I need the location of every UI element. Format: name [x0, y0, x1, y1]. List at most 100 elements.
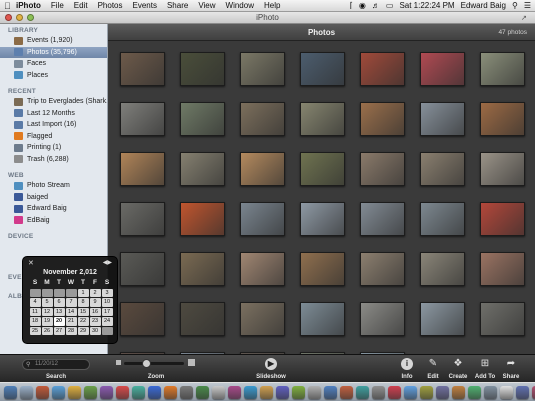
calendar-day[interactable]: 3	[101, 288, 113, 297]
photo-thumbnail[interactable]	[479, 202, 525, 236]
photo-thumbnail[interactable]	[179, 302, 225, 336]
photo-thumbnail[interactable]	[299, 52, 345, 86]
dock-app-icon[interactable]	[180, 385, 193, 399]
calendar-day[interactable]: 2	[89, 288, 101, 297]
calendar-day[interactable]: 28	[65, 326, 77, 335]
sidebar-item-trash-6-288[interactable]: Trash (6,288)	[0, 154, 107, 166]
dock-app-icon[interactable]	[292, 385, 305, 399]
info-label[interactable]: Info	[395, 374, 419, 380]
photo-thumbnail[interactable]	[179, 202, 225, 236]
add-to-label[interactable]: Add To	[471, 374, 499, 380]
photo-thumbnail[interactable]	[359, 102, 405, 136]
dock-app-icon[interactable]	[484, 385, 497, 399]
calendar-day[interactable]: 16	[89, 307, 101, 316]
bluetooth-icon[interactable]: ⌈	[350, 0, 353, 12]
dock-app-icon[interactable]	[132, 385, 145, 399]
zoom-out-icon[interactable]	[116, 360, 121, 365]
clock[interactable]: Sat 1:22:24 PM	[399, 0, 454, 12]
sidebar-item-faces[interactable]: Faces	[0, 58, 107, 70]
dock-app-icon[interactable]	[452, 385, 465, 399]
edit-label[interactable]: Edit	[421, 374, 445, 380]
photo-thumbnail[interactable]	[239, 152, 285, 186]
volume-icon[interactable]: ♬	[372, 0, 380, 12]
sidebar-item-events-1-920[interactable]: Events (1,920)	[0, 35, 107, 47]
dock-app-icon[interactable]	[164, 385, 177, 399]
menu-view[interactable]: View	[198, 0, 215, 12]
dock-app-icon[interactable]	[404, 385, 417, 399]
photo-thumbnail[interactable]	[179, 252, 225, 286]
photo-thumbnail[interactable]	[239, 252, 285, 286]
slideshow-label[interactable]: Slideshow	[250, 374, 292, 380]
photo-thumbnail[interactable]	[179, 152, 225, 186]
calendar-day[interactable]: 11	[29, 307, 41, 316]
photo-thumbnail[interactable]	[299, 202, 345, 236]
dock-app-icon[interactable]	[4, 385, 17, 399]
calendar-day[interactable]: 30	[89, 326, 101, 335]
calendar-day[interactable]: 19	[41, 317, 53, 326]
create-label[interactable]: Create	[444, 374, 472, 380]
photo-thumbnail[interactable]	[419, 152, 465, 186]
menu-events[interactable]: Events	[132, 0, 156, 12]
info-icon[interactable]: i	[401, 358, 413, 370]
photo-thumbnail[interactable]	[359, 302, 405, 336]
dock-app-icon[interactable]	[68, 385, 81, 399]
slideshow-play-icon[interactable]: ▶	[265, 358, 277, 370]
dock-app-icon[interactable]	[148, 385, 161, 399]
zoom-slider-thumb[interactable]	[141, 359, 151, 368]
calendar-day[interactable]: 7	[65, 298, 77, 307]
dock-app-icon[interactable]	[276, 385, 289, 399]
photo-thumbnail[interactable]	[119, 152, 165, 186]
photo-thumbnail[interactable]	[179, 102, 225, 136]
dock-app-icon[interactable]	[308, 385, 321, 399]
photo-thumbnail[interactable]	[119, 52, 165, 86]
dock-app-icon[interactable]	[436, 385, 449, 399]
user-name[interactable]: Edward Baig	[461, 0, 506, 12]
dock-app-icon[interactable]	[228, 385, 241, 399]
photo-thumbnail[interactable]	[359, 52, 405, 86]
dock-app-icon[interactable]	[500, 385, 513, 399]
photo-thumbnail[interactable]	[119, 252, 165, 286]
photo-thumbnail[interactable]	[299, 302, 345, 336]
calendar-day[interactable]: 10	[101, 298, 113, 307]
sidebar-item-edbaig[interactable]: EdBaig	[0, 215, 107, 227]
calendar-day[interactable]: 29	[77, 326, 89, 335]
photo-thumbnail[interactable]	[299, 252, 345, 286]
calendar-day[interactable]: 5	[41, 298, 53, 307]
photo-thumbnail[interactable]	[419, 302, 465, 336]
photo-thumbnail[interactable]	[239, 202, 285, 236]
dock-app-icon[interactable]	[420, 385, 433, 399]
close-calendar-icon[interactable]: ✕	[28, 259, 34, 267]
photo-thumbnail[interactable]	[419, 202, 465, 236]
calendar-day[interactable]: 13	[53, 307, 65, 316]
menu-window[interactable]: Window	[226, 0, 254, 12]
dock-app-icon[interactable]	[52, 385, 65, 399]
photo-thumbnail[interactable]	[479, 252, 525, 286]
sidebar-item-places[interactable]: Places	[0, 70, 107, 82]
calendar-day[interactable]: 14	[65, 307, 77, 316]
zoom-in-icon[interactable]	[188, 359, 195, 366]
month-nav-icon[interactable]: ◀▶	[103, 259, 112, 266]
dock-app-icon[interactable]	[356, 385, 369, 399]
photo-thumbnail[interactable]	[359, 152, 405, 186]
calendar-day[interactable]: 25	[29, 326, 41, 335]
photo-thumbnail[interactable]	[479, 52, 525, 86]
photo-thumbnail[interactable]	[119, 202, 165, 236]
calendar-day[interactable]: 20	[53, 317, 65, 326]
photo-thumbnail[interactable]	[119, 302, 165, 336]
edit-pencil-icon[interactable]: ✎	[427, 358, 439, 370]
photo-thumbnail[interactable]	[479, 152, 525, 186]
spotlight-icon[interactable]: ⚲	[512, 0, 518, 12]
dock-app-icon[interactable]	[36, 385, 49, 399]
sidebar-item-last-import-16[interactable]: Last Import (16)	[0, 119, 107, 131]
photo-thumbnail[interactable]	[239, 302, 285, 336]
calendar-day[interactable]: 1	[77, 288, 89, 297]
menu-share[interactable]: Share	[167, 0, 188, 12]
share-icon[interactable]: ➦	[505, 358, 517, 370]
dock-app-icon[interactable]	[116, 385, 129, 399]
calendar-day[interactable]: 6	[53, 298, 65, 307]
dock-app-icon[interactable]	[324, 385, 337, 399]
photo-thumbnail[interactable]	[419, 102, 465, 136]
sidebar-item-trip-to-everglades-shark[interactable]: Trip to Everglades (Shark...	[0, 96, 107, 108]
fullscreen-icon[interactable]: ↗	[521, 14, 529, 22]
photo-thumbnail[interactable]	[419, 52, 465, 86]
